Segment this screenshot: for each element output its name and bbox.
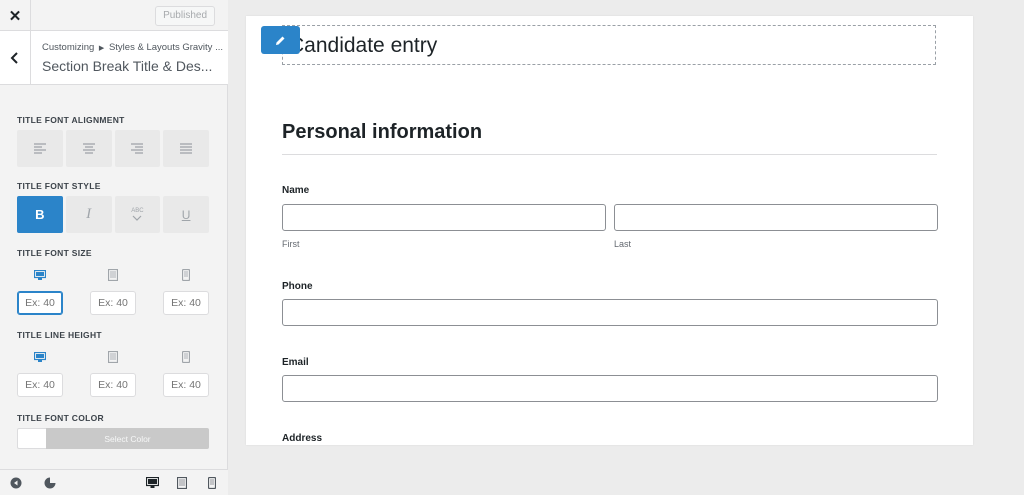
first-name-input[interactable] [282, 204, 606, 231]
mobile-icon[interactable] [182, 350, 190, 364]
last-name-input[interactable] [614, 204, 938, 231]
address-label: Address [282, 433, 323, 444]
font-size-desktop-input[interactable] [17, 291, 63, 315]
title-font-size-label: TITLE FONT SIZE [17, 248, 92, 258]
customizer-sidebar: ✕ Published Customizing ▶ Styles & Layou… [0, 0, 228, 495]
mobile-icon[interactable] [182, 268, 190, 282]
bold-button[interactable]: B [17, 196, 63, 233]
section-header: Customizing ▶ Styles & Layouts Gravity .… [0, 31, 228, 85]
collapse-icon [10, 477, 22, 489]
close-button[interactable]: ✕ [0, 0, 31, 31]
line-height-desktop [17, 350, 63, 397]
preview-mobile-button[interactable] [202, 470, 222, 495]
small-caps-button[interactable]: ABC [114, 196, 161, 233]
section-divider [282, 154, 937, 155]
caret-right-icon: ▶ [98, 45, 105, 52]
edit-shortcut-button[interactable] [261, 26, 300, 54]
color-picker: Select Color [17, 428, 209, 449]
preview-desktop-button[interactable] [142, 470, 162, 495]
align-left-icon [33, 143, 46, 154]
moon-icon [44, 477, 56, 489]
line-height-mobile [163, 350, 209, 397]
pencil-icon [276, 36, 285, 45]
italic-button[interactable]: I [65, 196, 112, 233]
small-caps-icon: ABC [131, 208, 144, 214]
back-button[interactable] [0, 31, 31, 85]
align-center-icon [82, 143, 95, 154]
justify-icon [180, 143, 193, 154]
desktop-icon [145, 477, 159, 488]
title-font-color-label: TITLE FONT COLOR [17, 413, 104, 423]
mobile-icon [208, 477, 216, 489]
preview-frame: Candidate entry Personal information Nam… [246, 16, 973, 445]
form-title-box[interactable]: Candidate entry [282, 25, 936, 65]
font-size-mobile-input[interactable] [163, 291, 209, 315]
tablet-icon[interactable] [108, 268, 118, 282]
email-input[interactable] [282, 375, 938, 402]
published-button[interactable]: Published [155, 6, 215, 26]
breadcrumb: Customizing ▶ Styles & Layouts Gravity .… [42, 42, 223, 53]
align-right-button[interactable] [114, 130, 161, 167]
tablet-icon [177, 477, 187, 489]
style-button-group: B I ABC U [17, 196, 209, 233]
customizer-top-bar: ✕ Published [0, 0, 228, 31]
color-swatch[interactable] [17, 428, 46, 449]
form-title: Candidate entry [289, 34, 438, 57]
collapse-sidebar-button[interactable] [4, 470, 28, 495]
breadcrumb-customizing: Customizing [42, 42, 95, 53]
close-icon: ✕ [8, 7, 22, 25]
font-size-desktop [17, 268, 63, 315]
first-sublabel: First [282, 239, 300, 249]
justify-button[interactable] [163, 130, 209, 167]
font-size-tablet-input[interactable] [90, 291, 136, 315]
desktop-icon[interactable] [34, 350, 46, 364]
email-label: Email [282, 357, 309, 368]
alignment-button-group [17, 130, 209, 167]
select-color-button[interactable]: Select Color [46, 428, 209, 449]
chevron-left-icon [10, 52, 18, 64]
align-right-icon [131, 143, 144, 154]
title-line-height-label: TITLE LINE HEIGHT [17, 330, 102, 340]
underline-button[interactable]: U [163, 196, 209, 233]
bold-icon: B [35, 207, 45, 222]
phone-label: Phone [282, 281, 313, 292]
align-center-button[interactable] [65, 130, 112, 167]
phone-input[interactable] [282, 299, 938, 326]
title-font-alignment-label: TITLE FONT ALIGNMENT [17, 115, 125, 125]
section-title: Section Break Title & Des... [42, 58, 213, 74]
line-height-tablet-input[interactable] [90, 373, 136, 397]
preview-tablet-button[interactable] [172, 470, 192, 495]
tablet-icon[interactable] [108, 350, 118, 364]
font-size-tablet [90, 268, 136, 315]
line-height-desktop-input[interactable] [17, 373, 63, 397]
line-height-mobile-input[interactable] [163, 373, 209, 397]
customizer-footer [0, 469, 228, 495]
underline-icon: U [181, 207, 191, 222]
align-left-button[interactable] [17, 130, 63, 167]
last-sublabel: Last [614, 239, 632, 249]
italic-icon: I [86, 206, 92, 222]
dark-mode-toggle[interactable] [38, 470, 62, 495]
title-font-style-label: TITLE FONT STYLE [17, 181, 101, 191]
font-size-mobile [163, 268, 209, 315]
name-label: Name [282, 185, 310, 196]
chevron-down-icon [132, 215, 142, 221]
line-height-tablet [90, 350, 136, 397]
breadcrumb-panel: Styles & Layouts Gravity ... [108, 42, 223, 53]
desktop-icon[interactable] [34, 268, 46, 282]
font-size-device-row [17, 268, 209, 315]
line-height-device-row [17, 350, 209, 397]
section-heading: Personal information [282, 121, 483, 143]
